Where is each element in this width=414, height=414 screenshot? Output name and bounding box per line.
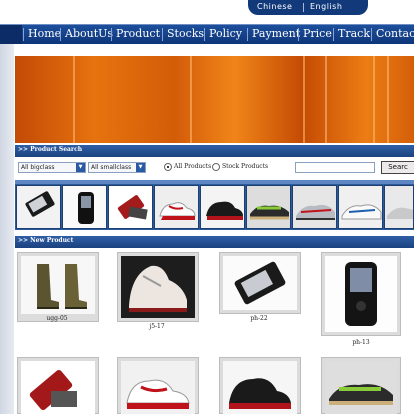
product-image-boots[interactable]: [21, 256, 95, 314]
language-english-link[interactable]: English: [310, 2, 342, 11]
thumb-shoe-black-red[interactable]: [200, 185, 245, 229]
new-product-header: >> New Product: [15, 236, 414, 248]
banner-stripe: [303, 56, 305, 143]
nav-home[interactable]: Home: [22, 27, 61, 43]
nav-payment[interactable]: Payment: [246, 27, 300, 43]
nav-left-cap: [0, 25, 22, 44]
product-image-phone-red[interactable]: [21, 361, 95, 414]
language-chinese-link[interactable]: Chinese: [257, 2, 292, 11]
nav-track[interactable]: Track: [333, 27, 370, 43]
all-products-radio[interactable]: [164, 163, 172, 171]
banner-stripe: [387, 56, 389, 143]
product-image-phone-silver[interactable]: [223, 256, 297, 310]
product-image-shoe-black-red[interactable]: [223, 361, 297, 414]
product-search-header: >> Product Search: [15, 145, 414, 157]
product-search-title: >> Product Search: [18, 146, 83, 153]
thumb-shoe-white[interactable]: [338, 185, 383, 229]
thumb-shoe-partial[interactable]: [384, 185, 414, 229]
chevron-down-icon: ▼: [76, 163, 85, 172]
product-label[interactable]: ugg-05: [17, 315, 97, 322]
top-header: Chinese English: [0, 0, 414, 24]
hero-banner: [15, 56, 414, 143]
product-card-ugg-05[interactable]: [17, 252, 99, 322]
bigclass-value: All bigclass: [21, 164, 55, 171]
product-card-shoe-black-green[interactable]: [321, 357, 401, 414]
new-product-title: >> New Product: [18, 237, 74, 244]
product-card-shoe-red-white[interactable]: [117, 357, 199, 414]
thumb-phone-silver[interactable]: [16, 185, 61, 229]
bigclass-select[interactable]: All bigclass ▼: [18, 162, 86, 173]
product-image-sneaker[interactable]: [121, 256, 195, 318]
nav-contact[interactable]: Contact: [371, 27, 414, 43]
nav-aboutus[interactable]: AboutUs: [59, 27, 113, 43]
banner-stripe: [373, 56, 375, 143]
search-keyword-input[interactable]: [295, 162, 375, 173]
thumb-phone-red[interactable]: [108, 185, 153, 229]
nav-policy[interactable]: Policy: [204, 27, 242, 43]
thumb-shoe-red-white[interactable]: [154, 185, 199, 229]
product-label[interactable]: ph-13: [321, 339, 401, 346]
smallclass-select[interactable]: All smallclass ▼: [88, 162, 146, 173]
product-search-form: All bigclass ▼ All smallclass ▼ All Prod…: [15, 157, 414, 179]
thumb-shoe-silver[interactable]: [292, 185, 337, 229]
product-label[interactable]: j5-17: [117, 323, 197, 330]
product-card-phone-red[interactable]: [17, 357, 99, 414]
search-button[interactable]: Searc: [381, 161, 414, 174]
stock-products-radio[interactable]: [212, 163, 220, 171]
product-card-ph-22[interactable]: [219, 252, 301, 314]
product-card-ph-13[interactable]: [321, 252, 401, 336]
nav-price[interactable]: Price: [298, 27, 332, 43]
thumb-shoe-black-green[interactable]: [246, 185, 291, 229]
language-divider: [303, 3, 304, 12]
product-label[interactable]: ph-22: [219, 315, 299, 322]
nav-product[interactable]: Product: [111, 27, 160, 43]
chevron-down-icon: ▼: [136, 163, 145, 172]
thumb-phone-black[interactable]: [62, 185, 107, 229]
stock-products-label: Stock Products: [222, 163, 269, 170]
banner-stripe: [325, 56, 327, 143]
nav-stocks[interactable]: Stocks: [161, 27, 204, 43]
smallclass-value: All smallclass: [91, 164, 132, 171]
strip-cap: [15, 180, 414, 184]
banner-stripe: [73, 56, 75, 143]
product-thumbnail-strip: [15, 180, 414, 230]
product-card-j5-17[interactable]: [117, 252, 199, 322]
product-image-phone-black[interactable]: [325, 256, 397, 332]
product-image-shoe-black-green[interactable]: [325, 361, 397, 414]
all-products-label: All Products: [174, 163, 212, 170]
main-navigation: Home AboutUs Product Stocks Policy Payme…: [0, 24, 414, 44]
banner-stripe: [190, 56, 192, 143]
product-card-shoe-black-red[interactable]: [219, 357, 301, 414]
language-switcher: Chinese English: [248, 0, 368, 15]
product-image-shoe-red-white[interactable]: [121, 361, 195, 414]
